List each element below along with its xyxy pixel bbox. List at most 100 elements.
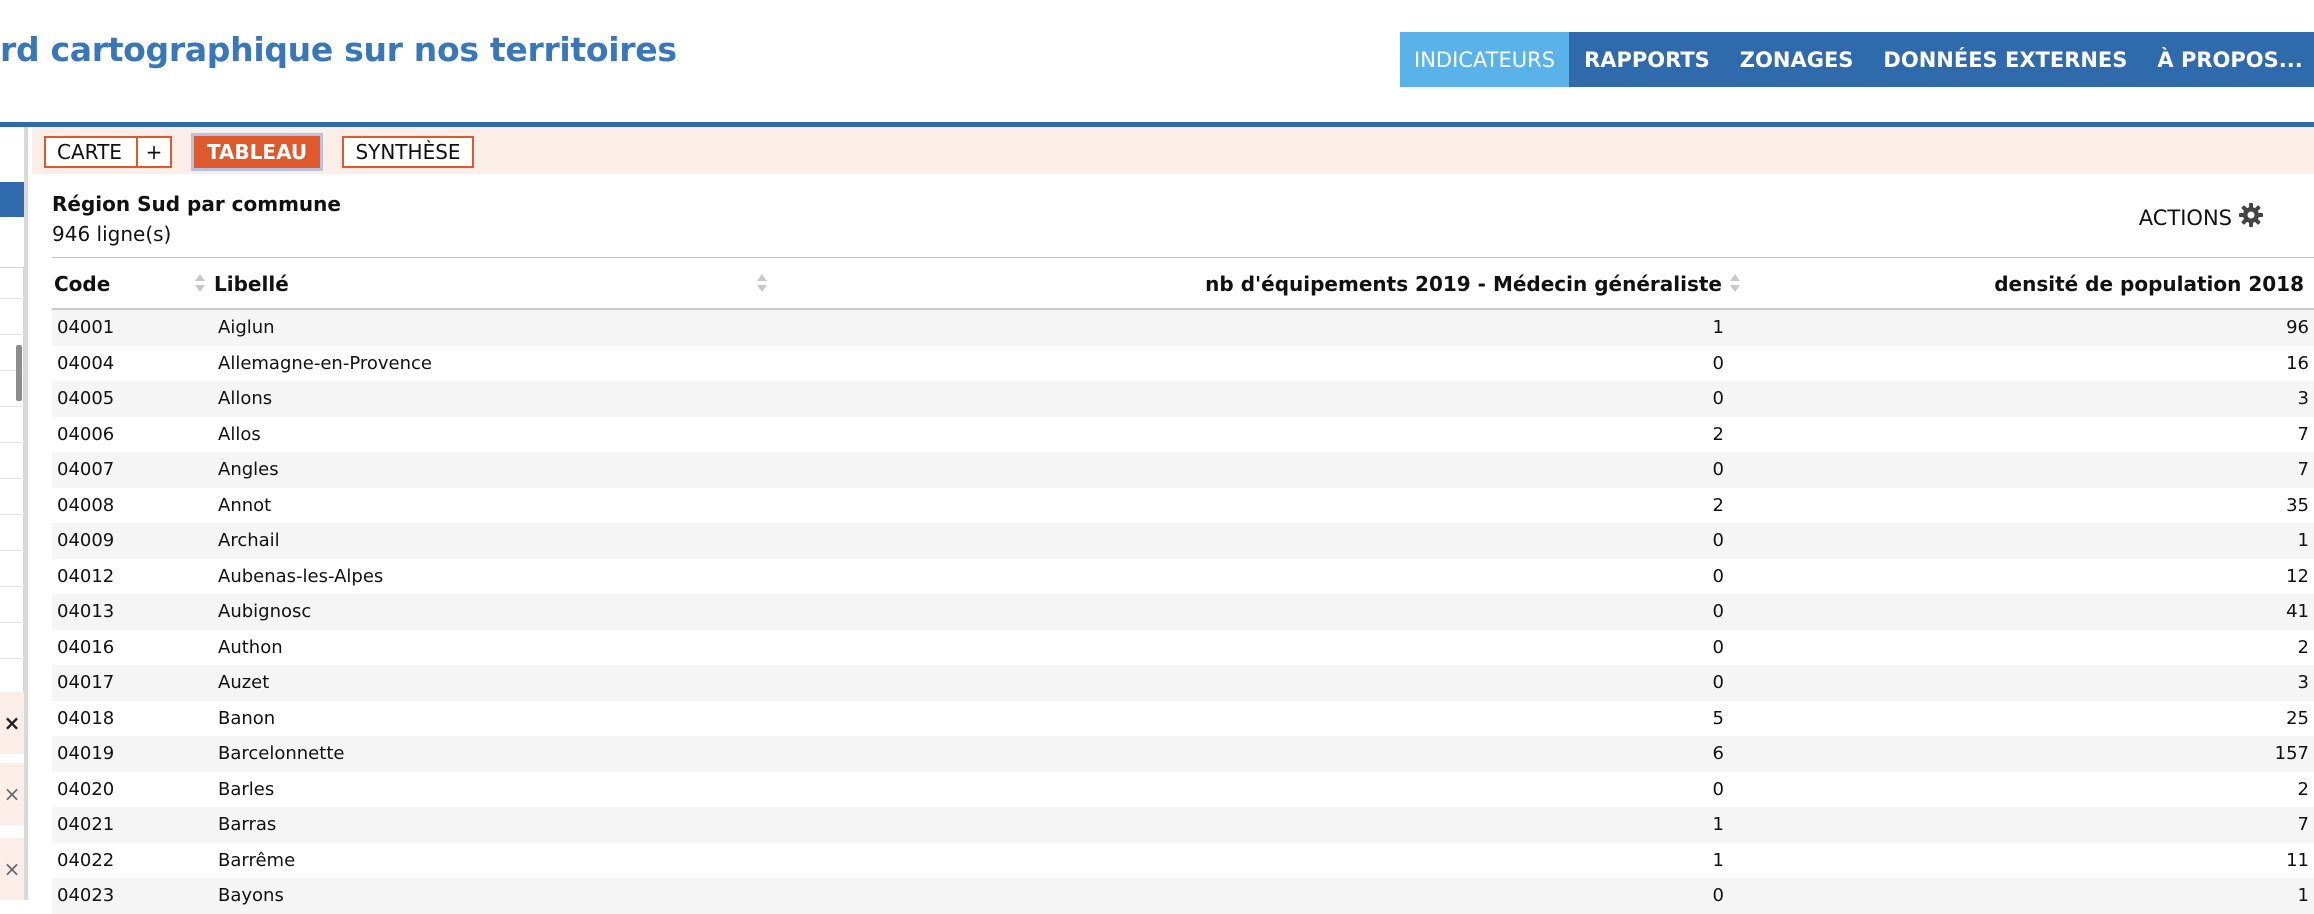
table-row[interactable]: 04020 Barles 0 2 bbox=[52, 772, 2314, 808]
table-row[interactable]: 04008 Annot 2 35 bbox=[52, 488, 2314, 524]
cell-libelle: Annot bbox=[218, 494, 272, 516]
table-row[interactable]: 04018 Banon 5 25 bbox=[52, 701, 2314, 737]
cell-nb-equipements: 0 bbox=[1712, 565, 1724, 587]
cell-nb-equipements: 6 bbox=[1712, 743, 1724, 765]
cell-libelle: Authon bbox=[218, 636, 283, 658]
table-row[interactable]: 04017 Auzet 0 3 bbox=[52, 665, 2314, 701]
cell-code: 04019 bbox=[57, 743, 115, 765]
sort-icon[interactable] bbox=[195, 274, 205, 294]
main-nav: INDICATEURS RAPPORTS ZONAGES DONNÉES EXT… bbox=[1400, 32, 2314, 87]
cell-code: 04012 bbox=[57, 565, 115, 587]
cell-nb-equipements: 0 bbox=[1712, 778, 1724, 800]
cell-nb-equipements: 0 bbox=[1712, 459, 1724, 481]
cell-libelle: Barras bbox=[218, 814, 277, 836]
nav-a-propos[interactable]: À PROPOS... bbox=[2142, 32, 2314, 87]
cell-code: 04016 bbox=[57, 636, 115, 658]
cell-densite: 1 bbox=[2297, 530, 2309, 552]
panel-scrollbar[interactable] bbox=[16, 345, 22, 401]
panel-list-divider bbox=[0, 550, 24, 551]
tab-tableau[interactable]: TABLEAU bbox=[191, 133, 323, 171]
app-title: rd cartographique sur nos territoires bbox=[0, 30, 677, 69]
col-header-densite[interactable]: densité de population 2018 bbox=[1994, 258, 2304, 310]
cell-nb-equipements: 1 bbox=[1712, 849, 1724, 871]
nav-indicateurs[interactable]: INDICATEURS bbox=[1400, 32, 1570, 87]
table-row[interactable]: 04016 Authon 0 2 bbox=[52, 630, 2314, 666]
cell-densite: 96 bbox=[2286, 317, 2309, 339]
table-row[interactable]: 04009 Archail 0 1 bbox=[52, 523, 2314, 559]
cell-libelle: Aiglun bbox=[218, 317, 275, 339]
nav-zonages[interactable]: ZONAGES bbox=[1725, 32, 1869, 87]
cell-libelle: Archail bbox=[218, 530, 280, 552]
nav-rapports[interactable]: RAPPORTS bbox=[1569, 32, 1725, 87]
cell-libelle: Aubignosc bbox=[218, 601, 312, 623]
cell-densite: 2 bbox=[2297, 778, 2309, 800]
sort-icon[interactable] bbox=[757, 274, 767, 294]
cell-densite: 7 bbox=[2297, 423, 2309, 445]
cell-nb-equipements: 0 bbox=[1712, 530, 1724, 552]
cell-libelle: Auzet bbox=[218, 672, 270, 694]
cell-densite: 7 bbox=[2297, 459, 2309, 481]
cell-libelle: Allemagne-en-Provence bbox=[218, 352, 432, 374]
cell-nb-equipements: 0 bbox=[1712, 352, 1724, 374]
table-row[interactable]: 04022 Barrême 1 11 bbox=[52, 843, 2314, 879]
table-row[interactable]: 04013 Aubignosc 0 41 bbox=[52, 594, 2314, 630]
cell-code: 04001 bbox=[57, 317, 115, 339]
table-row[interactable]: 04001 Aiglun 1 96 bbox=[52, 310, 2314, 346]
panel-list-divider bbox=[0, 586, 24, 587]
cell-libelle: Barles bbox=[218, 778, 275, 800]
table-header: Code Libellé nb d'équipements 2019 - Méd… bbox=[52, 258, 2314, 310]
cell-nb-equipements: 0 bbox=[1712, 601, 1724, 623]
cell-code: 04004 bbox=[57, 352, 115, 374]
table-row[interactable]: 04021 Barras 1 7 bbox=[52, 807, 2314, 843]
cell-nb-equipements: 1 bbox=[1712, 317, 1724, 339]
gear-icon bbox=[2232, 202, 2264, 233]
table-row[interactable]: 04012 Aubenas-les-Alpes 0 12 bbox=[52, 559, 2314, 595]
cell-nb-equipements: 2 bbox=[1712, 494, 1724, 516]
sort-icon[interactable] bbox=[1730, 274, 1740, 294]
nav-donnees-externes[interactable]: DONNÉES EXTERNES bbox=[1868, 32, 2142, 87]
tab-synthese[interactable]: SYNTHÈSE bbox=[342, 136, 474, 168]
cell-code: 04017 bbox=[57, 672, 115, 694]
cell-nb-equipements: 1 bbox=[1712, 814, 1724, 836]
actions-button[interactable]: ACTIONS bbox=[2139, 202, 2264, 233]
remove-indicator-button[interactable]: × bbox=[0, 838, 24, 900]
col-header-nb-equipements[interactable]: nb d'équipements 2019 - Médecin générali… bbox=[1205, 258, 1722, 310]
row-count: 946 ligne(s) bbox=[52, 222, 172, 246]
cell-code: 04006 bbox=[57, 423, 115, 445]
cell-densite: 7 bbox=[2297, 814, 2309, 836]
col-header-libelle[interactable]: Libellé bbox=[214, 258, 289, 310]
cell-densite: 1 bbox=[2297, 885, 2309, 907]
cell-libelle: Aubenas-les-Alpes bbox=[218, 565, 384, 587]
cell-densite: 35 bbox=[2286, 494, 2309, 516]
cell-libelle: Barcelonnette bbox=[218, 743, 345, 765]
cell-densite: 16 bbox=[2286, 352, 2309, 374]
panel-list-divider bbox=[0, 514, 24, 515]
remove-indicator-button[interactable]: × bbox=[0, 692, 24, 754]
table-row[interactable]: 04007 Angles 0 7 bbox=[52, 452, 2314, 488]
col-header-code[interactable]: Code bbox=[54, 258, 110, 310]
table-row[interactable]: 04019 Barcelonnette 6 157 bbox=[52, 736, 2314, 772]
left-panel: × × × bbox=[0, 127, 28, 900]
table-row[interactable]: 04023 Bayons 0 1 bbox=[52, 878, 2314, 914]
remove-indicator-button[interactable]: × bbox=[0, 763, 24, 825]
table-row[interactable]: 04005 Allons 0 3 bbox=[52, 381, 2314, 417]
table-row[interactable]: 04004 Allemagne-en-Provence 0 16 bbox=[52, 346, 2314, 382]
tab-carte[interactable]: CARTE bbox=[44, 136, 136, 168]
cell-code: 04013 bbox=[57, 601, 115, 623]
cell-libelle: Bayons bbox=[218, 885, 284, 907]
cell-densite: 3 bbox=[2297, 672, 2309, 694]
panel-list-divider bbox=[0, 334, 24, 335]
cell-densite: 41 bbox=[2286, 601, 2309, 623]
table-row[interactable]: 04006 Allos 2 7 bbox=[52, 417, 2314, 453]
add-map-button[interactable]: + bbox=[136, 136, 172, 168]
cell-libelle: Allons bbox=[218, 388, 273, 410]
cell-code: 04007 bbox=[57, 459, 115, 481]
cell-nb-equipements: 0 bbox=[1712, 885, 1724, 907]
cell-code: 04005 bbox=[57, 388, 115, 410]
cell-libelle: Barrême bbox=[218, 849, 296, 871]
cell-libelle: Allos bbox=[218, 423, 261, 445]
panel-selected-item[interactable] bbox=[0, 182, 24, 217]
cell-densite: 11 bbox=[2286, 849, 2309, 871]
cell-nb-equipements: 5 bbox=[1712, 707, 1724, 729]
actions-label: ACTIONS bbox=[2138, 205, 2232, 230]
